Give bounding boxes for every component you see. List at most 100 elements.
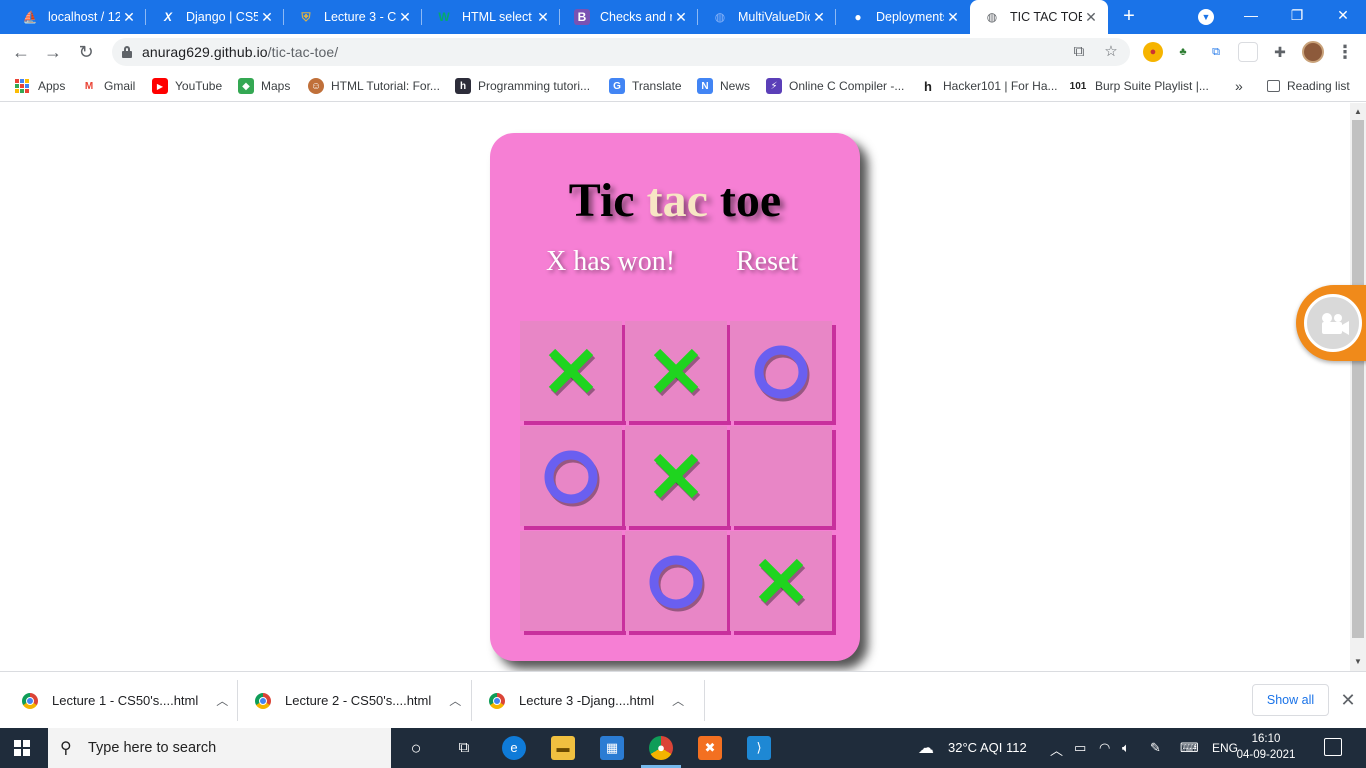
more-bookmarks-button[interactable]: » — [1235, 76, 1243, 96]
bookmark-label: Hacker101 | For Ha... — [943, 79, 1058, 93]
battery-icon[interactable]: ▭ — [1074, 740, 1086, 756]
bookmark-translate[interactable]: G Translate — [609, 76, 682, 96]
bookmark-hacker101[interactable]: h Hacker101 | For Ha... — [920, 76, 1058, 96]
chrome-taskbar-icon[interactable]: ● — [649, 736, 673, 760]
taskbar-search-box[interactable]: ⚲ Type here to search — [48, 728, 391, 768]
close-icon[interactable]: ✕ — [944, 9, 962, 26]
wifi-icon[interactable]: ◠ — [1099, 740, 1110, 756]
html-tree-extension-icon[interactable]: ♣ — [1173, 42, 1193, 62]
vscode-icon[interactable]: ⟩ — [747, 736, 771, 760]
tab-checks-and-radios[interactable]: B Checks and ra ✕ — [560, 0, 698, 34]
copy-extension-icon[interactable]: ⧉ — [1206, 42, 1226, 62]
pen-icon[interactable]: ✎ — [1150, 740, 1161, 756]
close-window-button[interactable]: ✕ — [1320, 0, 1366, 30]
download-item[interactable]: Lecture 1 - CS50's....html ︿ — [22, 672, 228, 729]
address-bar[interactable]: anurag629.github.io/tic-tac-toe/ ⧉ ☆ — [112, 38, 1130, 66]
bookmark-online-c-compiler[interactable]: ⚡ Online C Compiler -... — [766, 76, 904, 96]
menu-kebab-icon[interactable]: ⋮ — [1336, 40, 1354, 64]
tab-multivaluedict[interactable]: ◍ MultiValueDic ✕ — [698, 0, 836, 34]
board-cell[interactable] — [730, 426, 832, 526]
board-cell[interactable] — [625, 426, 727, 526]
profile-avatar[interactable] — [1302, 41, 1324, 63]
edge-icon[interactable]: e — [502, 736, 526, 760]
lock-icon[interactable] — [122, 46, 132, 58]
reading-list-button[interactable]: Reading list — [1267, 76, 1350, 96]
bookmark-html-tutorial[interactable]: ☺ HTML Tutorial: For... — [308, 76, 440, 96]
tab-localhost[interactable]: ⛵ localhost / 12 ✕ — [8, 0, 146, 34]
close-icon[interactable]: ✕ — [810, 9, 828, 26]
new-tab-button[interactable]: + — [1118, 5, 1140, 27]
microsoft-store-icon[interactable]: ▦ — [600, 736, 624, 760]
notification-center-icon[interactable] — [1324, 738, 1342, 756]
bookmark-burp-suite[interactable]: 101 Burp Suite Playlist |... — [1068, 76, 1209, 96]
download-item[interactable]: Lecture 2 - CS50's....html ︿ — [255, 672, 461, 729]
reset-button[interactable]: Reset — [736, 246, 798, 278]
file-explorer-icon[interactable]: ▬ — [551, 736, 575, 760]
chevron-up-icon[interactable]: ︿ — [672, 692, 684, 709]
tab-deployments[interactable]: ● Deployments ✕ — [836, 0, 970, 34]
chevron-up-icon[interactable]: ︿ — [216, 692, 228, 709]
close-shelf-icon[interactable]: ✕ — [1338, 688, 1358, 712]
bookmark-star-icon[interactable]: ☆ — [1102, 43, 1120, 61]
bookmark-programming-tutorials[interactable]: h Programming tutori... — [455, 76, 590, 96]
bookmark-apps[interactable]: Apps — [15, 76, 65, 96]
close-icon[interactable]: ✕ — [396, 9, 414, 26]
scroll-up-icon[interactable]: ▲ — [1350, 105, 1366, 119]
chevron-up-icon[interactable]: ︿ — [449, 692, 461, 709]
bookmark-youtube[interactable]: ▶ YouTube — [152, 76, 222, 96]
tab-title: MultiValueDic — [738, 10, 810, 24]
scroll-down-icon[interactable]: ▼ — [1350, 655, 1366, 669]
language-indicator[interactable]: ENG — [1212, 741, 1238, 755]
show-all-button[interactable]: Show all — [1252, 684, 1329, 716]
tab-search-icon[interactable]: ▼ — [1198, 9, 1214, 25]
blank-extension-icon[interactable] — [1238, 42, 1258, 62]
board-cell[interactable] — [520, 531, 622, 631]
minimize-button[interactable]: — — [1228, 0, 1274, 30]
close-icon[interactable]: ✕ — [120, 9, 138, 26]
search-icon: ⚲ — [60, 740, 72, 757]
close-icon[interactable]: ✕ — [258, 9, 276, 26]
url-path: /tic-tac-toe/ — [267, 44, 339, 60]
keyboard-icon[interactable]: ⌨ — [1180, 740, 1199, 756]
chrome-extension-icon[interactable]: ● — [1143, 42, 1163, 62]
bookmark-maps[interactable]: ◆ Maps — [238, 76, 290, 96]
board-cell[interactable] — [730, 531, 832, 631]
download-item[interactable]: Lecture 3 -Djang....html ︿ — [489, 672, 684, 729]
board-cell[interactable] — [625, 321, 727, 421]
forward-icon[interactable]: → — [42, 41, 64, 63]
translate-page-icon[interactable]: ⧉ — [1070, 43, 1088, 61]
board-cell[interactable] — [520, 321, 622, 421]
tab-tic-tac-toe[interactable]: ◍ TIC TAC TOE ✕ — [970, 0, 1108, 34]
puzzle-extensions-icon[interactable]: ✚ — [1270, 42, 1290, 62]
windows-start-icon[interactable] — [14, 740, 30, 756]
x-mark-icon — [653, 453, 701, 502]
board-cell[interactable] — [625, 531, 727, 631]
tab-html-select[interactable]: W HTML select t ✕ — [422, 0, 560, 34]
scroll-thumb[interactable] — [1352, 120, 1364, 638]
close-icon[interactable]: ✕ — [672, 9, 690, 26]
close-icon[interactable]: ✕ — [534, 9, 552, 26]
board-cell[interactable] — [520, 426, 622, 526]
weather-text[interactable]: 32°C AQI 112 — [948, 740, 1027, 755]
board-cell[interactable] — [730, 321, 832, 421]
xampp-icon[interactable]: ✖ — [698, 736, 722, 760]
page-scrollbar[interactable]: ▲ ▼ — [1350, 103, 1366, 671]
tab-django[interactable]: X Django | CS50 ✕ — [146, 0, 284, 34]
compiler-icon: ⚡ — [766, 78, 782, 94]
close-icon[interactable]: ✕ — [1082, 9, 1100, 26]
screen-recorder-widget[interactable] — [1296, 285, 1366, 361]
back-icon[interactable]: ← — [10, 41, 32, 63]
bookmark-label: HTML Tutorial: For... — [331, 79, 440, 93]
taskbar-clock[interactable]: 16:10 04-09-2021 — [1236, 731, 1296, 763]
url-text[interactable]: anurag629.github.io/tic-tac-toe/ — [142, 44, 338, 60]
tray-chevron-up-icon[interactable]: ︿ — [1050, 740, 1063, 759]
volume-icon[interactable]: 🔈︎ — [1122, 740, 1130, 756]
weather-icon[interactable]: ☁ — [918, 738, 934, 758]
cortana-icon[interactable]: ○ — [404, 736, 428, 760]
task-view-icon[interactable]: ⧉ — [452, 736, 476, 760]
bookmark-gmail[interactable]: M Gmail — [81, 76, 136, 96]
reload-icon[interactable]: ↻ — [75, 41, 97, 63]
tab-lecture-3[interactable]: ⛨ Lecture 3 - CS ✕ — [284, 0, 422, 34]
restore-button[interactable]: ❐ — [1274, 0, 1320, 30]
bookmark-news[interactable]: N News — [697, 76, 750, 96]
